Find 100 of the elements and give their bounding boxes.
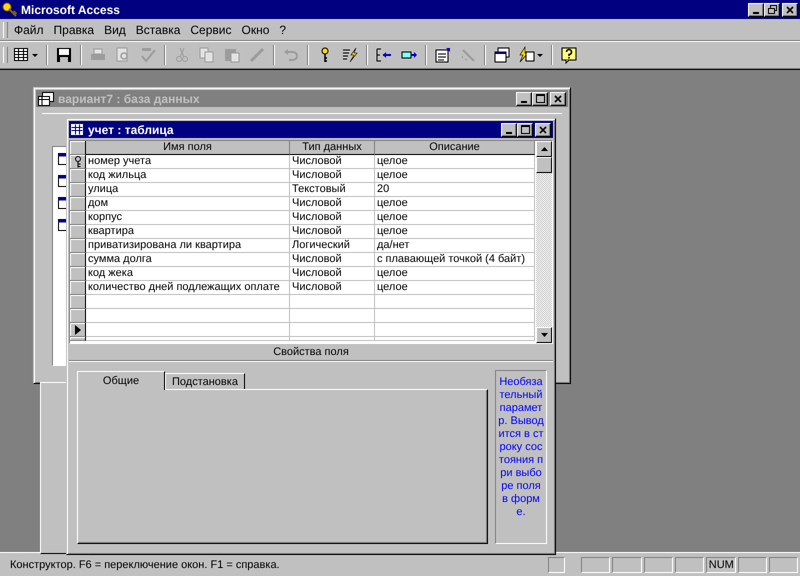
menu-item[interactable]: Файл (9, 22, 49, 36)
menu-item[interactable]: ? (274, 22, 292, 36)
window-title: вариант7 : база данных (58, 92, 200, 106)
table-cell: целое (375, 169, 535, 183)
tab[interactable]: Подстановка (165, 373, 245, 389)
maximize-button[interactable] (517, 122, 533, 136)
row-selector[interactable] (70, 169, 86, 183)
minimize-icon (753, 12, 759, 14)
spellcheck-icon (139, 46, 157, 64)
scrollbar[interactable] (536, 141, 552, 343)
close-button[interactable] (535, 122, 551, 136)
table-cell: код жека (86, 267, 290, 281)
table-cell: Числовой (290, 253, 375, 267)
down-arrow-icon (540, 333, 548, 337)
undo-icon (282, 46, 300, 64)
row-selector[interactable] (70, 183, 86, 197)
maximize-icon (520, 125, 530, 134)
menu-item[interactable]: Правка (48, 22, 100, 36)
up-arrow-icon (540, 147, 548, 151)
table-icon (58, 197, 68, 209)
table-cell: целое (375, 225, 535, 239)
table-cell: да/нет (375, 239, 535, 253)
minimize-button[interactable] (501, 122, 517, 136)
section-label: Свойства поля (69, 344, 553, 361)
minimize-icon (521, 100, 527, 102)
properties-icon (434, 46, 452, 64)
table-cell: Числовой (290, 155, 375, 169)
app-title: Microsoft Access (21, 2, 120, 16)
row-selector[interactable] (70, 155, 86, 169)
row-selector[interactable] (70, 211, 86, 225)
row-selector[interactable] (70, 295, 86, 309)
table-cell: квартира (86, 225, 290, 239)
new-object-icon (518, 46, 544, 64)
status-panel (674, 556, 704, 572)
table-cell: Числовой (290, 267, 375, 281)
column-header: Имя поля (86, 141, 290, 155)
table-cell: целое (375, 281, 535, 295)
row-selector[interactable] (70, 309, 86, 323)
status-panel (548, 556, 566, 572)
close-icon (786, 6, 794, 14)
restore-icon (768, 5, 776, 14)
row-selector[interactable] (70, 253, 86, 267)
maximize-icon (536, 94, 544, 103)
row-selector[interactable] (70, 267, 86, 281)
table-cell: Текстовый (290, 183, 375, 197)
windows-icon (493, 46, 511, 64)
status-panel (768, 556, 798, 572)
table-cell: код жильца (86, 169, 290, 183)
table-icon (58, 175, 68, 187)
table-cell: Числовой (290, 197, 375, 211)
table-cell: с плавающей точкой (4 байт) (375, 253, 535, 267)
menu-item[interactable]: Вид (99, 22, 131, 36)
restore-button[interactable] (764, 2, 780, 16)
menu-item[interactable]: Вставка (130, 22, 186, 36)
table-cell: дом (86, 197, 290, 211)
key-icon (2, 2, 18, 18)
insert-rows-icon (375, 46, 393, 64)
tab[interactable]: Общие (77, 371, 165, 390)
status-panel (738, 556, 767, 572)
status-indicator: NUM (706, 556, 736, 572)
table-cell: целое (375, 155, 535, 169)
row-selector[interactable] (70, 281, 86, 295)
table-cell: Числовой (290, 211, 375, 225)
menu-item[interactable]: Окно (236, 22, 274, 36)
row-selector[interactable] (70, 197, 86, 211)
table-cell: целое (375, 197, 535, 211)
floppy-icon (55, 46, 73, 64)
hint-text: Необязательный параметр. Выводится в строку состояния при выборе поля в форме. (498, 376, 544, 519)
table-cell: улица (86, 183, 290, 197)
table-icon (13, 46, 39, 64)
row-selector[interactable] (70, 239, 86, 253)
minimize-icon (506, 132, 512, 134)
menu-item[interactable]: Сервис (185, 22, 236, 36)
status-text: Конструктор. F6 = переключение окон. F1 = справка. (9, 558, 281, 570)
table-cell: номер учета (86, 155, 290, 169)
table-cell: сумма долга (86, 253, 290, 267)
row-selector[interactable] (70, 337, 86, 341)
lightning-icon (341, 46, 359, 64)
table-cell: количество дней подлежащих оплате (86, 281, 290, 295)
close-icon (539, 126, 547, 134)
minimize-button[interactable] (748, 2, 764, 16)
status-panel (581, 556, 610, 572)
row-selector[interactable] (70, 225, 86, 239)
table-cell: корпус (86, 211, 290, 225)
close-button[interactable] (782, 2, 798, 16)
table-cell: целое (375, 267, 535, 281)
window-title: учет : таблица (88, 122, 174, 136)
status-panel (644, 556, 673, 572)
database-icon (38, 92, 54, 106)
copy-icon (198, 46, 216, 64)
table-cell: Логический (290, 239, 375, 253)
close-icon (554, 94, 562, 102)
scrollbar-thumb[interactable] (536, 157, 552, 173)
row-selector-header (70, 141, 86, 155)
row-selector[interactable] (70, 323, 86, 337)
help-icon (560, 46, 578, 64)
column-header: Тип данных (290, 141, 375, 155)
table-cell: Числовой (290, 169, 375, 183)
table-icon (58, 219, 68, 231)
table-cell: 20 (375, 183, 535, 197)
